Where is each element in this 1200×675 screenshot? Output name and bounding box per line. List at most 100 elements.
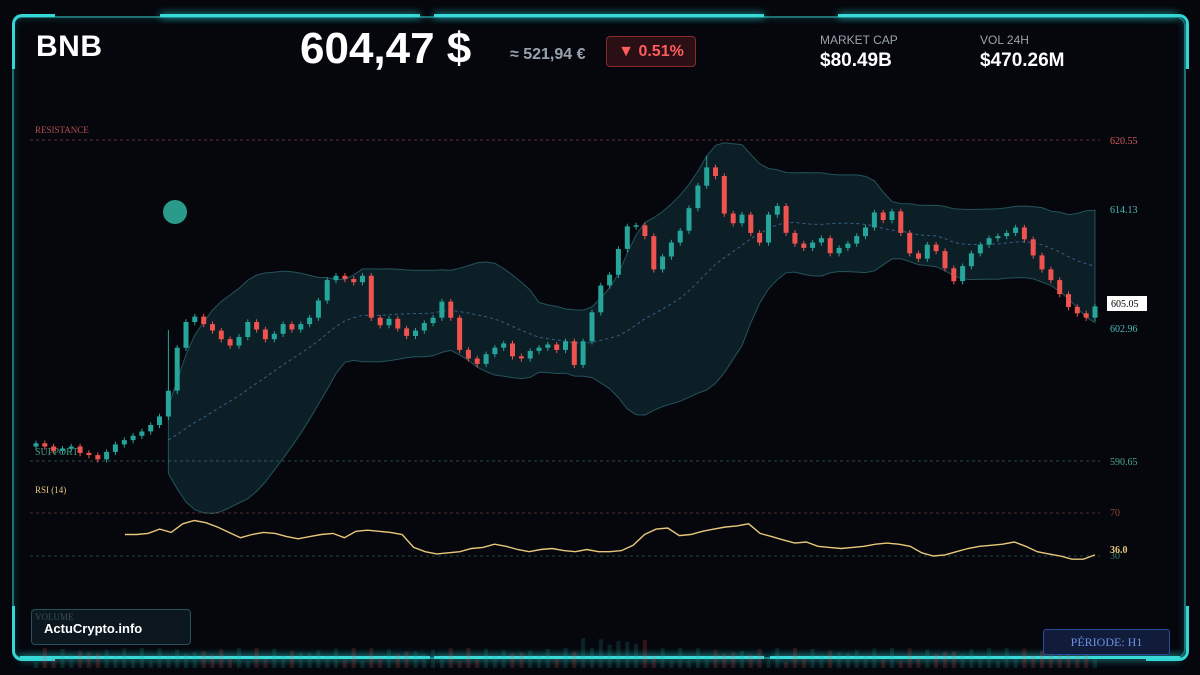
candle-body bbox=[183, 322, 189, 348]
volume-bar bbox=[316, 650, 321, 668]
candle-body bbox=[668, 242, 674, 257]
volume-bar bbox=[713, 649, 718, 668]
volume-bar bbox=[872, 648, 877, 668]
volume-bar bbox=[42, 648, 47, 668]
volume-bar bbox=[457, 660, 462, 668]
candle bbox=[86, 450, 92, 459]
rsi-label: RSI (14) bbox=[35, 485, 66, 495]
volume-bar bbox=[978, 657, 983, 668]
volume-bar bbox=[351, 648, 356, 668]
volume-bar bbox=[792, 648, 797, 668]
candle-body bbox=[51, 446, 57, 451]
candle-body bbox=[554, 344, 560, 350]
volume-bar bbox=[298, 652, 303, 668]
candle bbox=[960, 263, 966, 285]
candle bbox=[192, 313, 198, 326]
candle-body bbox=[121, 440, 127, 445]
candle bbox=[77, 443, 83, 457]
candle bbox=[457, 315, 463, 354]
candle-body bbox=[960, 266, 966, 282]
candle-body bbox=[68, 446, 74, 449]
candle bbox=[148, 422, 154, 435]
volume-bar bbox=[748, 654, 753, 668]
volume-bar bbox=[898, 660, 903, 668]
resistance-label: RESISTANCE bbox=[35, 125, 89, 135]
candle-body bbox=[465, 349, 471, 359]
volume-bar bbox=[881, 659, 886, 668]
candle-body bbox=[757, 232, 763, 243]
volume-bar bbox=[907, 648, 912, 668]
candle-body bbox=[624, 226, 630, 249]
candle-body bbox=[527, 351, 533, 359]
candle-body bbox=[430, 317, 436, 324]
volume-bar bbox=[625, 641, 630, 668]
candle-body bbox=[536, 347, 542, 351]
volume-bar bbox=[1022, 648, 1027, 668]
volume-bar bbox=[1031, 655, 1036, 668]
volume-bar bbox=[210, 654, 215, 668]
candle-body bbox=[474, 358, 480, 364]
volume-bar bbox=[775, 648, 780, 668]
volume-bar bbox=[325, 655, 330, 668]
candle-body bbox=[580, 341, 586, 365]
volume-bar bbox=[281, 655, 286, 668]
candle-body bbox=[863, 227, 868, 237]
period-selector[interactable]: PÉRIODE: H1 bbox=[1043, 629, 1170, 655]
candle bbox=[165, 330, 171, 420]
volume-bar bbox=[801, 658, 806, 668]
volume-bar bbox=[484, 648, 489, 668]
volume-bar bbox=[369, 648, 374, 668]
candle-body bbox=[571, 341, 577, 365]
candle bbox=[783, 203, 789, 237]
candle-body bbox=[42, 443, 48, 447]
volume-bar bbox=[475, 659, 480, 668]
candle-body bbox=[898, 211, 904, 233]
volume-bar bbox=[78, 650, 83, 668]
candle-body bbox=[289, 324, 295, 330]
bollinger-band-area bbox=[167, 142, 1096, 515]
candle-body bbox=[1057, 280, 1063, 295]
candle-body bbox=[563, 341, 568, 350]
candle-body bbox=[333, 275, 339, 281]
volume-bar bbox=[157, 648, 162, 668]
volume-bar bbox=[704, 656, 709, 668]
candle-body bbox=[368, 275, 374, 318]
support-label: SUPPORT bbox=[35, 447, 78, 458]
volume-bar bbox=[828, 650, 833, 668]
candle bbox=[633, 222, 639, 230]
candle-body bbox=[298, 324, 304, 330]
candle-body bbox=[501, 343, 507, 348]
candle bbox=[624, 223, 630, 253]
volume-bar bbox=[60, 649, 65, 668]
candle-body bbox=[607, 274, 613, 286]
bollinger-band bbox=[167, 142, 1096, 515]
candle-body bbox=[254, 322, 260, 330]
candle-body bbox=[157, 416, 162, 425]
candle-body bbox=[642, 225, 648, 236]
volume-bar bbox=[740, 650, 744, 668]
volume-bar bbox=[86, 652, 91, 668]
volume-bar bbox=[722, 653, 727, 668]
volume-bar bbox=[642, 639, 647, 668]
candle bbox=[439, 298, 445, 321]
candle-body bbox=[933, 244, 939, 252]
volume-bar bbox=[69, 655, 74, 668]
candle bbox=[686, 205, 692, 234]
price-chart: RESISTANCE SUPPORT 620.55 614.13 605.05 … bbox=[30, 125, 1147, 668]
candle-body bbox=[236, 337, 242, 346]
candle-body bbox=[748, 214, 754, 233]
candle-body bbox=[165, 390, 171, 417]
volume-bar bbox=[960, 654, 965, 668]
rsi-line bbox=[125, 519, 1096, 560]
volume-bar bbox=[943, 651, 947, 668]
candle bbox=[898, 208, 904, 237]
candle-body bbox=[192, 316, 198, 322]
candle-body bbox=[766, 214, 771, 243]
candle-body bbox=[139, 431, 145, 436]
candle-body bbox=[510, 343, 515, 357]
volume-bar bbox=[254, 648, 259, 668]
candle-body bbox=[677, 230, 683, 243]
volume-bar bbox=[289, 650, 294, 668]
candle-body bbox=[492, 347, 498, 355]
volume-bar bbox=[510, 653, 515, 668]
